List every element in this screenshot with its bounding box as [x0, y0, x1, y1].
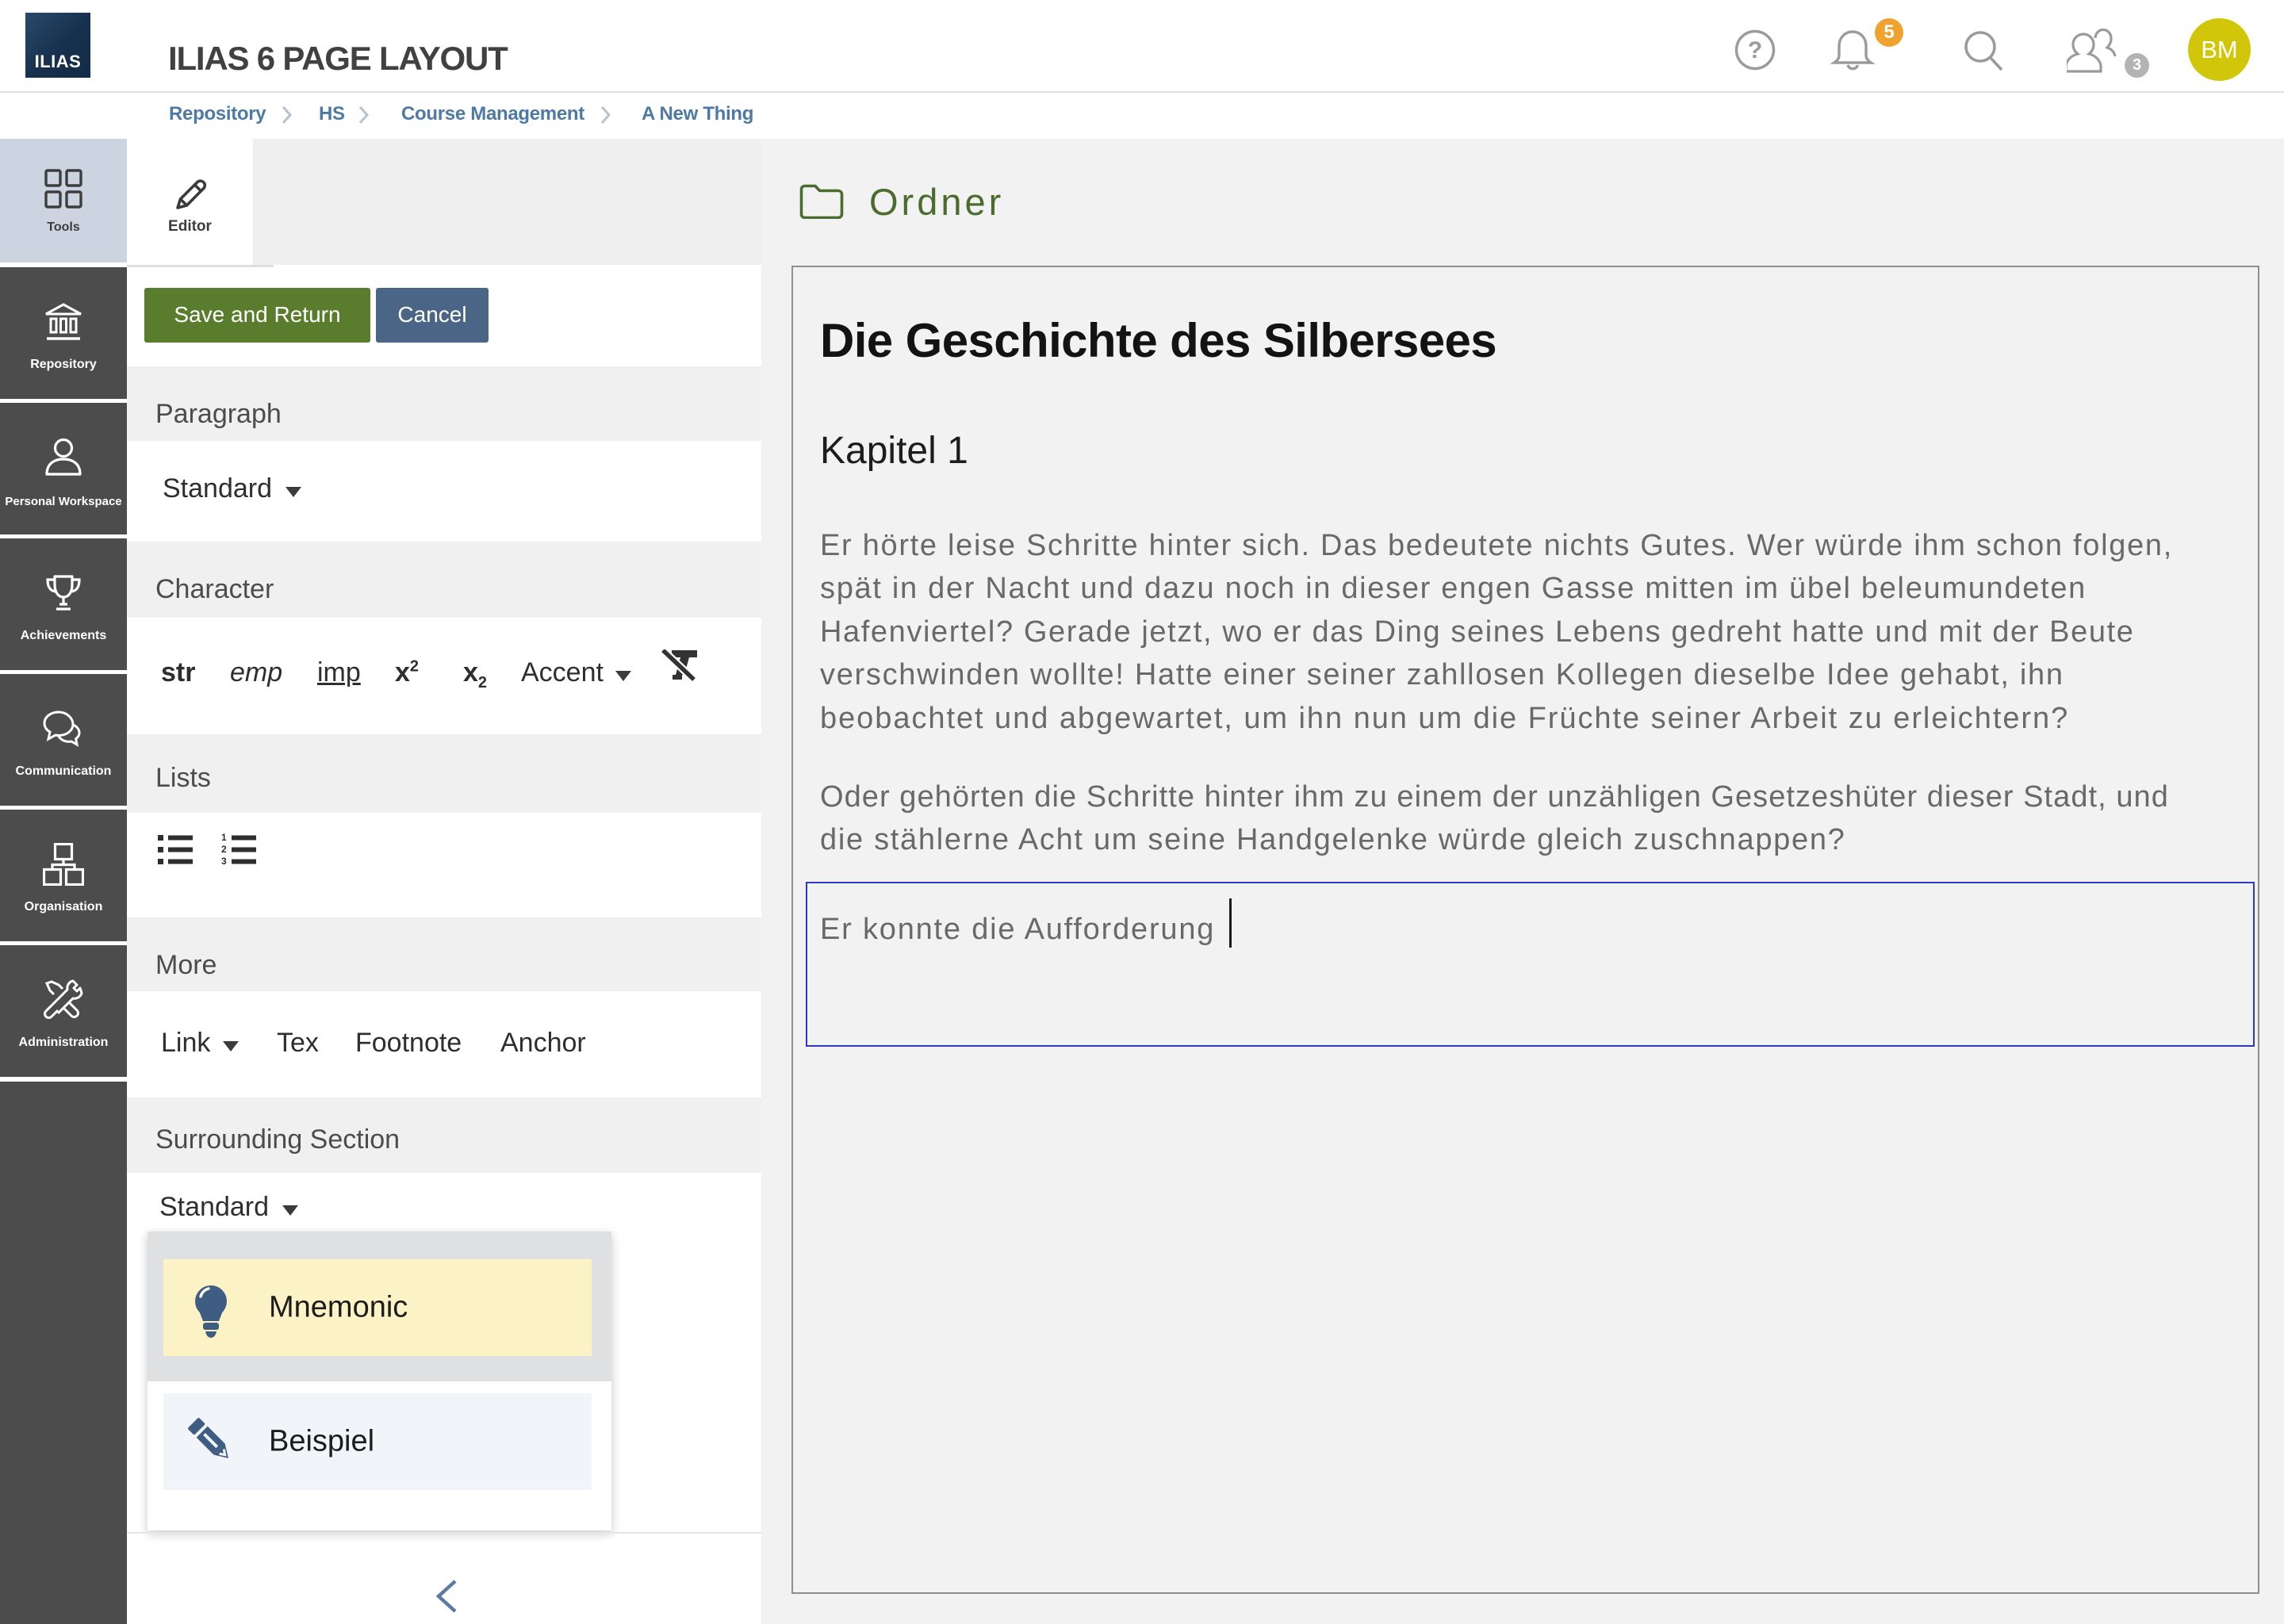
svg-text:2: 2: [221, 844, 227, 855]
svg-text:3: 3: [221, 856, 227, 867]
svg-text:1: 1: [221, 833, 227, 843]
svg-text:?: ?: [1748, 37, 1762, 63]
